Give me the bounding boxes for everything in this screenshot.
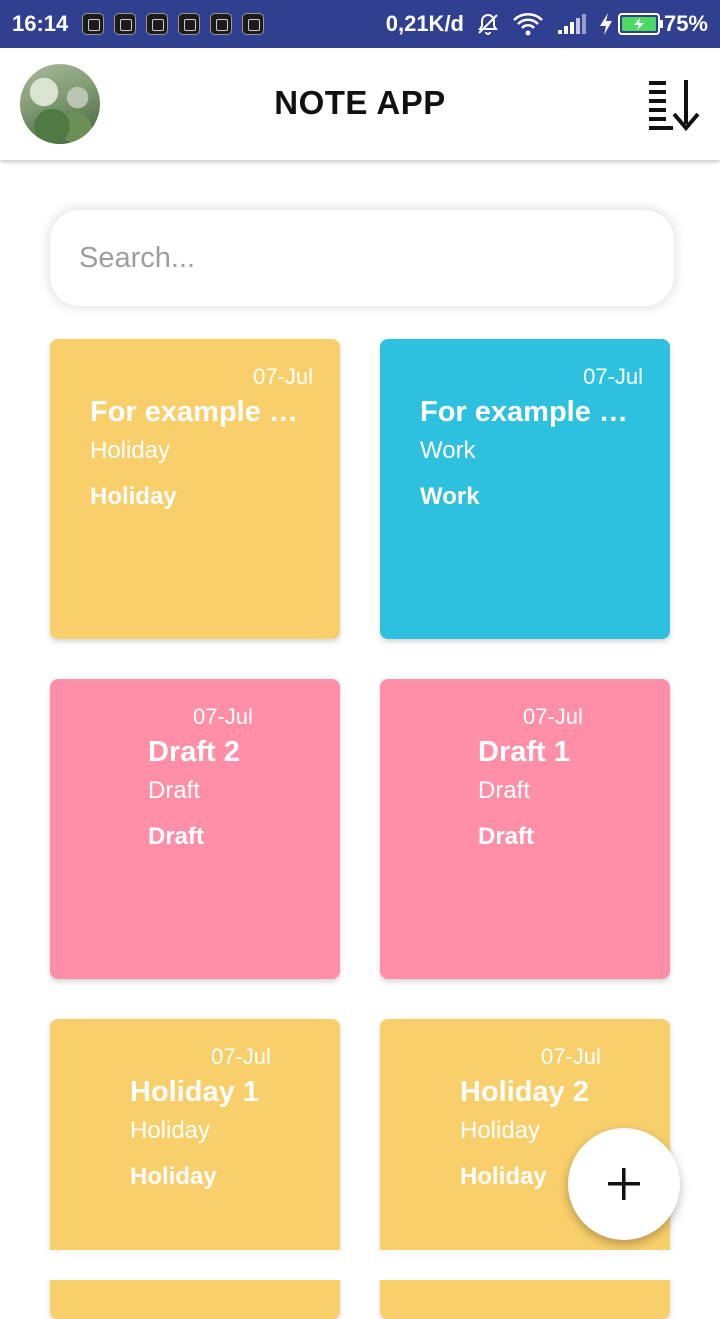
app-bar: NOTE APP — [0, 48, 720, 160]
note-tag: Holiday — [460, 1163, 547, 1190]
note-date: 07-Jul — [253, 364, 313, 389]
note-category: Holiday — [460, 1117, 541, 1144]
status-bar: 16:14 0,21K/d 75% — [0, 0, 720, 48]
note-tag: Holiday — [130, 1163, 217, 1190]
note-category: Work — [420, 437, 476, 464]
note-date: 07-Jul — [523, 704, 583, 729]
note-date: 07-Jul — [583, 364, 643, 389]
sort-button[interactable] — [646, 76, 702, 132]
note-title: For example f... — [90, 396, 300, 428]
note-title: Draft 1 — [478, 736, 570, 768]
wifi-icon — [513, 13, 543, 36]
note-title: Draft 2 — [148, 736, 240, 768]
charging-icon — [600, 13, 612, 35]
battery-icon — [618, 13, 663, 35]
note-tag: Holiday — [90, 483, 177, 510]
plus-icon — [608, 1168, 640, 1200]
add-note-button[interactable] — [568, 1128, 680, 1240]
note-card[interactable]: 07-Jul For example f... Work Work — [380, 339, 670, 639]
note-tag: Work — [420, 483, 480, 510]
note-card[interactable]: 07-Jul Draft 2 Draft Draft — [50, 679, 340, 979]
note-date: 07-Jul — [211, 1044, 271, 1069]
note-title: Holiday 1 — [130, 1076, 259, 1108]
mute-bell-icon — [478, 13, 498, 35]
network-speed: 0,21K/d — [385, 11, 464, 36]
note-title: Holiday 2 — [460, 1076, 589, 1108]
note-card[interactable]: 07-Jul For example f... Holiday Holiday — [50, 339, 340, 639]
note-tag: Draft — [148, 823, 205, 850]
page-title: NOTE APP — [274, 84, 446, 121]
note-category: Holiday — [90, 437, 171, 464]
note-category: Holiday — [130, 1117, 211, 1144]
battery-percent: 75% — [663, 11, 708, 36]
search-input[interactable] — [50, 210, 674, 306]
sort-descending-icon — [649, 80, 700, 132]
note-title: For example f... — [420, 396, 630, 428]
note-date: 07-Jul — [541, 1044, 601, 1069]
note-category: Draft — [478, 777, 531, 804]
note-tag: Draft — [478, 823, 535, 850]
search-box — [50, 210, 674, 306]
bottom-edge — [0, 1250, 720, 1280]
note-card[interactable]: 07-Jul Draft 1 Draft Draft — [380, 679, 670, 979]
note-date: 07-Jul — [193, 704, 253, 729]
note-category: Draft — [148, 777, 201, 804]
signal-icon — [558, 14, 586, 34]
